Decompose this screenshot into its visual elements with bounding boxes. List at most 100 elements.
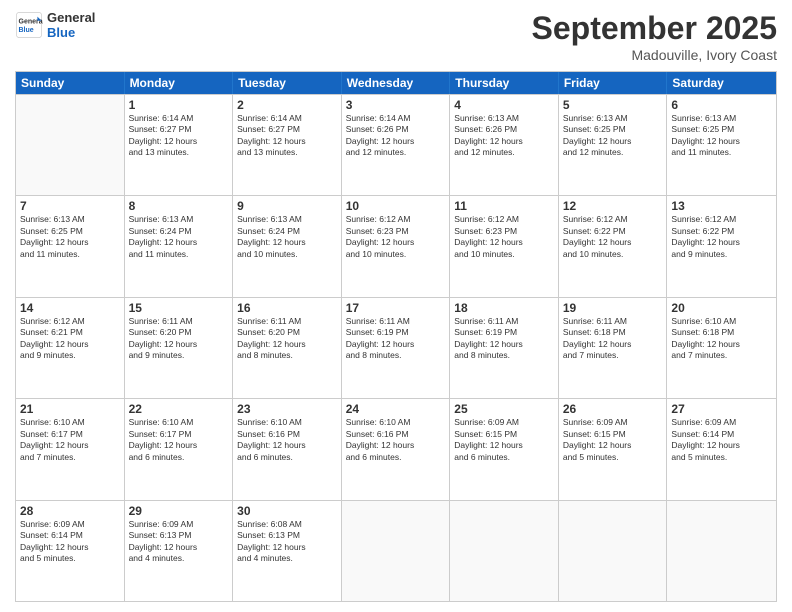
calendar-cell: 6Sunrise: 6:13 AM Sunset: 6:25 PM Daylig… bbox=[667, 95, 776, 195]
day-info: Sunrise: 6:11 AM Sunset: 6:20 PM Dayligh… bbox=[129, 316, 229, 362]
weekday-header: Friday bbox=[559, 72, 668, 94]
calendar-row: 1Sunrise: 6:14 AM Sunset: 6:27 PM Daylig… bbox=[16, 94, 776, 195]
calendar-cell: 28Sunrise: 6:09 AM Sunset: 6:14 PM Dayli… bbox=[16, 501, 125, 601]
day-info: Sunrise: 6:10 AM Sunset: 6:17 PM Dayligh… bbox=[20, 417, 120, 463]
header: General Blue General Blue September 2025… bbox=[15, 10, 777, 63]
calendar-cell: 22Sunrise: 6:10 AM Sunset: 6:17 PM Dayli… bbox=[125, 399, 234, 499]
weekday-header: Monday bbox=[125, 72, 234, 94]
calendar-cell: 29Sunrise: 6:09 AM Sunset: 6:13 PM Dayli… bbox=[125, 501, 234, 601]
day-number: 6 bbox=[671, 98, 772, 112]
day-info: Sunrise: 6:10 AM Sunset: 6:17 PM Dayligh… bbox=[129, 417, 229, 463]
day-info: Sunrise: 6:14 AM Sunset: 6:27 PM Dayligh… bbox=[237, 113, 337, 159]
calendar-cell: 4Sunrise: 6:13 AM Sunset: 6:26 PM Daylig… bbox=[450, 95, 559, 195]
logo-icon: General Blue bbox=[15, 11, 43, 39]
calendar-cell: 9Sunrise: 6:13 AM Sunset: 6:24 PM Daylig… bbox=[233, 196, 342, 296]
day-info: Sunrise: 6:10 AM Sunset: 6:16 PM Dayligh… bbox=[346, 417, 446, 463]
logo-general: General bbox=[47, 10, 95, 25]
day-number: 17 bbox=[346, 301, 446, 315]
day-number: 2 bbox=[237, 98, 337, 112]
calendar-cell: 14Sunrise: 6:12 AM Sunset: 6:21 PM Dayli… bbox=[16, 298, 125, 398]
calendar-cell bbox=[559, 501, 668, 601]
day-info: Sunrise: 6:12 AM Sunset: 6:22 PM Dayligh… bbox=[563, 214, 663, 260]
calendar-cell: 24Sunrise: 6:10 AM Sunset: 6:16 PM Dayli… bbox=[342, 399, 451, 499]
day-info: Sunrise: 6:12 AM Sunset: 6:21 PM Dayligh… bbox=[20, 316, 120, 362]
page: General Blue General Blue September 2025… bbox=[0, 0, 792, 612]
title-block: September 2025 Madouville, Ivory Coast bbox=[532, 10, 777, 63]
day-info: Sunrise: 6:14 AM Sunset: 6:26 PM Dayligh… bbox=[346, 113, 446, 159]
day-number: 16 bbox=[237, 301, 337, 315]
day-number: 25 bbox=[454, 402, 554, 416]
day-info: Sunrise: 6:13 AM Sunset: 6:24 PM Dayligh… bbox=[129, 214, 229, 260]
day-info: Sunrise: 6:13 AM Sunset: 6:24 PM Dayligh… bbox=[237, 214, 337, 260]
calendar-cell: 16Sunrise: 6:11 AM Sunset: 6:20 PM Dayli… bbox=[233, 298, 342, 398]
calendar-cell: 7Sunrise: 6:13 AM Sunset: 6:25 PM Daylig… bbox=[16, 196, 125, 296]
calendar-cell: 12Sunrise: 6:12 AM Sunset: 6:22 PM Dayli… bbox=[559, 196, 668, 296]
day-info: Sunrise: 6:10 AM Sunset: 6:18 PM Dayligh… bbox=[671, 316, 772, 362]
day-number: 26 bbox=[563, 402, 663, 416]
day-number: 28 bbox=[20, 504, 120, 518]
day-number: 10 bbox=[346, 199, 446, 213]
calendar-cell: 2Sunrise: 6:14 AM Sunset: 6:27 PM Daylig… bbox=[233, 95, 342, 195]
day-info: Sunrise: 6:11 AM Sunset: 6:20 PM Dayligh… bbox=[237, 316, 337, 362]
weekday-header: Sunday bbox=[16, 72, 125, 94]
day-info: Sunrise: 6:09 AM Sunset: 6:15 PM Dayligh… bbox=[563, 417, 663, 463]
day-number: 5 bbox=[563, 98, 663, 112]
calendar-cell: 8Sunrise: 6:13 AM Sunset: 6:24 PM Daylig… bbox=[125, 196, 234, 296]
calendar-cell: 3Sunrise: 6:14 AM Sunset: 6:26 PM Daylig… bbox=[342, 95, 451, 195]
svg-text:Blue: Blue bbox=[19, 27, 34, 34]
calendar-row: 28Sunrise: 6:09 AM Sunset: 6:14 PM Dayli… bbox=[16, 500, 776, 601]
day-info: Sunrise: 6:12 AM Sunset: 6:23 PM Dayligh… bbox=[454, 214, 554, 260]
day-info: Sunrise: 6:13 AM Sunset: 6:26 PM Dayligh… bbox=[454, 113, 554, 159]
weekday-header: Wednesday bbox=[342, 72, 451, 94]
calendar-cell: 20Sunrise: 6:10 AM Sunset: 6:18 PM Dayli… bbox=[667, 298, 776, 398]
day-info: Sunrise: 6:09 AM Sunset: 6:14 PM Dayligh… bbox=[671, 417, 772, 463]
day-number: 21 bbox=[20, 402, 120, 416]
day-number: 20 bbox=[671, 301, 772, 315]
calendar-cell: 15Sunrise: 6:11 AM Sunset: 6:20 PM Dayli… bbox=[125, 298, 234, 398]
weekday-header: Saturday bbox=[667, 72, 776, 94]
day-number: 13 bbox=[671, 199, 772, 213]
day-info: Sunrise: 6:09 AM Sunset: 6:15 PM Dayligh… bbox=[454, 417, 554, 463]
calendar-row: 7Sunrise: 6:13 AM Sunset: 6:25 PM Daylig… bbox=[16, 195, 776, 296]
day-number: 24 bbox=[346, 402, 446, 416]
day-number: 14 bbox=[20, 301, 120, 315]
calendar-cell bbox=[16, 95, 125, 195]
day-info: Sunrise: 6:09 AM Sunset: 6:14 PM Dayligh… bbox=[20, 519, 120, 565]
day-number: 11 bbox=[454, 199, 554, 213]
calendar-cell: 30Sunrise: 6:08 AM Sunset: 6:13 PM Dayli… bbox=[233, 501, 342, 601]
day-number: 29 bbox=[129, 504, 229, 518]
calendar-header: SundayMondayTuesdayWednesdayThursdayFrid… bbox=[16, 72, 776, 94]
day-number: 3 bbox=[346, 98, 446, 112]
location: Madouville, Ivory Coast bbox=[532, 47, 777, 63]
day-number: 15 bbox=[129, 301, 229, 315]
calendar: SundayMondayTuesdayWednesdayThursdayFrid… bbox=[15, 71, 777, 602]
day-info: Sunrise: 6:12 AM Sunset: 6:23 PM Dayligh… bbox=[346, 214, 446, 260]
calendar-cell: 19Sunrise: 6:11 AM Sunset: 6:18 PM Dayli… bbox=[559, 298, 668, 398]
calendar-cell: 21Sunrise: 6:10 AM Sunset: 6:17 PM Dayli… bbox=[16, 399, 125, 499]
day-number: 19 bbox=[563, 301, 663, 315]
calendar-cell: 25Sunrise: 6:09 AM Sunset: 6:15 PM Dayli… bbox=[450, 399, 559, 499]
day-info: Sunrise: 6:14 AM Sunset: 6:27 PM Dayligh… bbox=[129, 113, 229, 159]
weekday-header: Thursday bbox=[450, 72, 559, 94]
day-info: Sunrise: 6:13 AM Sunset: 6:25 PM Dayligh… bbox=[671, 113, 772, 159]
calendar-cell: 17Sunrise: 6:11 AM Sunset: 6:19 PM Dayli… bbox=[342, 298, 451, 398]
logo-blue: Blue bbox=[47, 25, 95, 40]
calendar-cell: 18Sunrise: 6:11 AM Sunset: 6:19 PM Dayli… bbox=[450, 298, 559, 398]
day-info: Sunrise: 6:10 AM Sunset: 6:16 PM Dayligh… bbox=[237, 417, 337, 463]
day-number: 1 bbox=[129, 98, 229, 112]
day-info: Sunrise: 6:11 AM Sunset: 6:19 PM Dayligh… bbox=[346, 316, 446, 362]
day-number: 7 bbox=[20, 199, 120, 213]
calendar-cell: 23Sunrise: 6:10 AM Sunset: 6:16 PM Dayli… bbox=[233, 399, 342, 499]
calendar-row: 14Sunrise: 6:12 AM Sunset: 6:21 PM Dayli… bbox=[16, 297, 776, 398]
calendar-cell: 27Sunrise: 6:09 AM Sunset: 6:14 PM Dayli… bbox=[667, 399, 776, 499]
calendar-cell bbox=[667, 501, 776, 601]
day-number: 12 bbox=[563, 199, 663, 213]
day-number: 30 bbox=[237, 504, 337, 518]
day-number: 4 bbox=[454, 98, 554, 112]
calendar-cell: 10Sunrise: 6:12 AM Sunset: 6:23 PM Dayli… bbox=[342, 196, 451, 296]
calendar-cell bbox=[450, 501, 559, 601]
day-info: Sunrise: 6:12 AM Sunset: 6:22 PM Dayligh… bbox=[671, 214, 772, 260]
calendar-cell bbox=[342, 501, 451, 601]
weekday-header: Tuesday bbox=[233, 72, 342, 94]
day-number: 8 bbox=[129, 199, 229, 213]
